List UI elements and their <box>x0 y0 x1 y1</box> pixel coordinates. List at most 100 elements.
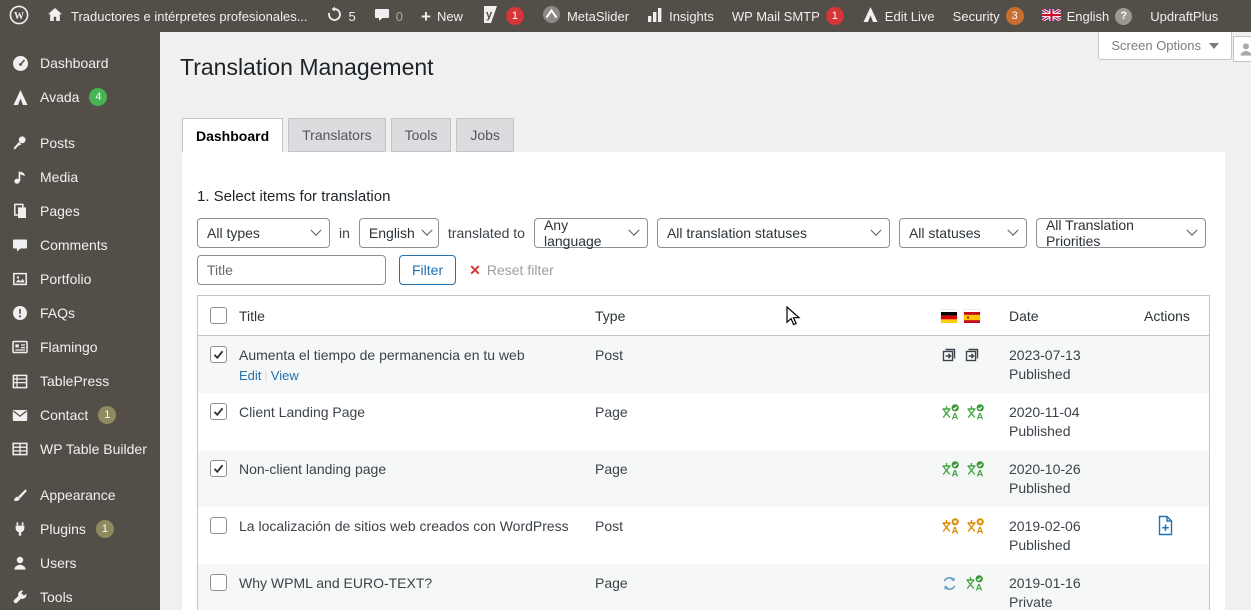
sidebar-label: Tools <box>40 589 73 605</box>
sidebar-item-flamingo[interactable]: Flamingo <box>0 330 160 364</box>
sidebar-item-portfolio[interactable]: Portfolio <box>0 262 160 296</box>
sidebar-item-plugins[interactable]: Plugins 1 <box>0 512 160 546</box>
music-note-icon <box>10 169 30 185</box>
sidebar-item-contact[interactable]: Contact 1 <box>0 398 160 432</box>
row-actions: Edit | View <box>239 368 595 384</box>
item-date: 2020-10-26 <box>1009 461 1081 477</box>
source-language-value: English <box>368 225 415 241</box>
avatar[interactable] <box>1233 36 1251 62</box>
item-date: 2019-01-16 <box>1009 575 1081 591</box>
section-title: 1. Select items for translation <box>197 188 391 205</box>
wordpress-menu[interactable]: W <box>0 0 38 32</box>
svg-text:W: W <box>14 11 24 22</box>
source-language-select[interactable]: English <box>358 218 439 248</box>
screen-options-button[interactable]: Screen Options <box>1098 32 1232 60</box>
translation-status-select[interactable]: All translation statuses <box>656 218 890 248</box>
yoast-icon: y <box>481 5 500 27</box>
item-title: Non-client landing page <box>239 461 387 477</box>
wp-mail-smtp-menu[interactable]: WP Mail SMTP 1 <box>723 0 853 32</box>
translation-complete-de-icon[interactable]: A <box>941 461 959 507</box>
translation-complete-de-icon[interactable]: A <box>941 404 959 450</box>
translation-in-progress-de-icon[interactable] <box>941 575 958 610</box>
sidebar-item-dashboard[interactable]: Dashboard <box>0 46 160 80</box>
sidebar-item-wp-table-builder[interactable]: WP Table Builder <box>0 432 160 466</box>
sidebar-item-faqs[interactable]: FAQs <box>0 296 160 330</box>
plus-icon: + <box>421 6 431 26</box>
type-filter-select[interactable]: All types <box>197 218 330 248</box>
translation-complete-es-icon[interactable]: A <box>965 575 983 610</box>
table-row: Why WPML and EURO-TEXT? Page A 2019-01-1… <box>198 564 1209 610</box>
tab-dashboard[interactable]: Dashboard <box>182 118 284 153</box>
row-checkbox[interactable] <box>210 403 227 420</box>
translation-status-es-duplicate-icon[interactable] <box>964 347 980 393</box>
target-language-select[interactable]: Any language <box>533 217 648 249</box>
wp-mail-smtp-badge: 1 <box>825 7 844 25</box>
updraftplus-menu[interactable]: UpdraftPlus <box>1141 0 1227 32</box>
plug-icon <box>10 521 30 537</box>
exclamation-circle-icon <box>10 305 30 321</box>
sidebar-item-tablepress[interactable]: TablePress <box>0 364 160 398</box>
column-header-languages <box>941 310 1009 323</box>
tab-tools[interactable]: Tools <box>390 118 452 152</box>
priority-select[interactable]: All Translation Priorities <box>1035 217 1206 249</box>
metaslider-menu[interactable]: MetaSlider <box>533 0 638 32</box>
sidebar-item-appearance[interactable]: Appearance <box>0 478 160 512</box>
item-status: Published <box>1009 366 1071 382</box>
edit-live-menu[interactable]: Edit Live <box>853 0 944 32</box>
svg-text:A: A <box>952 526 959 536</box>
sidebar-label: TablePress <box>40 373 110 389</box>
filters-row: All types in English translated to Any l… <box>197 217 1210 249</box>
avada-logo-icon <box>10 89 30 105</box>
sidebar-label: Dashboard <box>40 55 109 71</box>
translation-status-de-duplicate-icon[interactable] <box>941 347 957 393</box>
item-type: Post <box>595 518 624 534</box>
translation-complete-es-icon[interactable]: A <box>966 461 984 507</box>
column-header-title[interactable]: Title <box>239 308 595 324</box>
comments-menu[interactable]: 0 <box>365 0 412 32</box>
row-checkbox[interactable] <box>210 346 227 363</box>
translation-needs-update-de-icon[interactable]: A <box>941 518 959 564</box>
view-link[interactable]: View <box>271 368 299 383</box>
sidebar-item-media[interactable]: Media <box>0 160 160 194</box>
sidebar-label: Posts <box>40 135 76 151</box>
edit-link[interactable]: Edit <box>239 368 261 383</box>
row-checkbox[interactable] <box>210 574 227 591</box>
reset-filter-link[interactable]: ✕ Reset filter <box>469 262 554 279</box>
translation-needs-update-es-icon[interactable]: A <box>966 518 984 564</box>
yoast-seo-menu[interactable]: y 1 <box>472 0 533 32</box>
tab-jobs[interactable]: Jobs <box>456 118 514 152</box>
svg-text:A: A <box>952 412 959 422</box>
security-menu[interactable]: Security 3 <box>944 0 1033 32</box>
row-checkbox[interactable] <box>210 460 227 477</box>
row-checkbox[interactable] <box>210 517 227 534</box>
security-badge: 3 <box>1005 7 1024 25</box>
add-translation-action-icon[interactable] <box>1156 515 1174 536</box>
item-status: Private <box>1009 594 1053 610</box>
select-all-checkbox[interactable] <box>210 307 227 324</box>
translation-complete-es-icon[interactable]: A <box>966 404 984 450</box>
filter-button[interactable]: Filter <box>399 255 457 285</box>
chevron-down-icon <box>870 224 882 236</box>
title-filter-input[interactable] <box>197 255 386 285</box>
updates-menu[interactable]: 5 <box>317 0 365 32</box>
admin-sidebar: Dashboard Avada 4 Posts Media Pages Comm… <box>0 32 160 610</box>
tab-translators[interactable]: Translators <box>288 118 386 152</box>
new-content-menu[interactable]: + New <box>412 0 472 32</box>
column-header-date[interactable]: Date <box>1009 308 1144 324</box>
sidebar-item-posts[interactable]: Posts <box>0 126 160 160</box>
menu-separator <box>0 114 160 126</box>
sidebar-item-comments[interactable]: Comments <box>0 228 160 262</box>
main-content: Screen Options Translation Management Da… <box>160 32 1251 610</box>
post-status-select[interactable]: All statuses <box>898 218 1027 248</box>
insights-menu[interactable]: Insights <box>638 0 723 32</box>
bar-chart-icon <box>647 7 663 25</box>
sidebar-item-users[interactable]: Users <box>0 546 160 580</box>
language-switcher-menu[interactable]: English ? <box>1033 0 1142 32</box>
sidebar-item-pages[interactable]: Pages <box>0 194 160 228</box>
column-header-actions: Actions <box>1144 307 1190 324</box>
sidebar-item-avada[interactable]: Avada 4 <box>0 80 160 114</box>
comment-bubble-icon <box>374 7 390 25</box>
item-title: Aumenta el tiempo de permanencia en tu w… <box>239 347 525 363</box>
sidebar-item-tools[interactable]: Tools <box>0 580 160 610</box>
site-name-menu[interactable]: Traductores e intérpretes profesionales.… <box>38 0 317 32</box>
